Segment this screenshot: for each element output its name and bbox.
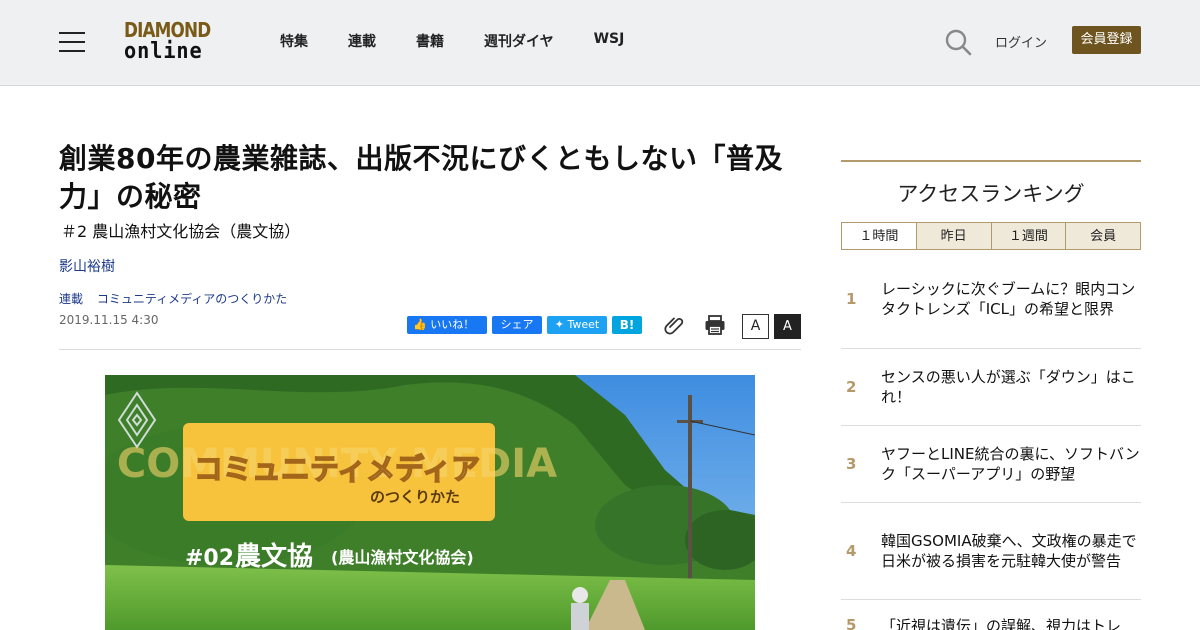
- search-icon[interactable]: [944, 28, 972, 56]
- logo-top: DIAMOND: [124, 18, 211, 42]
- nav-item-wsj[interactable]: WSJ: [594, 31, 625, 51]
- like-label: いいね！: [430, 318, 475, 331]
- rank-number: 2: [846, 378, 857, 396]
- nav-item-weekly[interactable]: 週刊ダイヤ: [484, 31, 554, 51]
- rank-headline: 韓国GSOMIA破棄へ、文政権の暴走で日米が被る損害を元駐韓大使が警告: [881, 532, 1137, 570]
- banner-title: コミュニティメディア: [194, 452, 480, 486]
- tag-series-name[interactable]: コミュニティメディアのつくりかた: [97, 292, 287, 306]
- publish-date: 2019.11.15 4:30: [59, 313, 159, 327]
- article-title: 創業80年の農業雑誌、出版不況にびくともしない「普及力」の秘密: [59, 142, 783, 213]
- hatena-bookmark-button[interactable]: B!: [612, 316, 642, 334]
- tag-series[interactable]: 連載: [59, 292, 83, 306]
- rank-number: 5: [846, 616, 857, 630]
- share-bar: 👍 いいね！ シェア ✦ Tweet B!: [407, 313, 727, 337]
- episode-subtitle: (農山漁村文化協会): [331, 548, 474, 567]
- facebook-share-button[interactable]: シェア: [492, 316, 542, 334]
- tab-members[interactable]: 会員: [1066, 222, 1141, 249]
- nav-item-feature[interactable]: 特集: [280, 31, 308, 51]
- article-tags: 連載 コミュニティメディアのつくりかた: [59, 290, 801, 307]
- font-size-large-button[interactable]: A: [774, 314, 801, 339]
- tab-1hour[interactable]: １時間: [841, 222, 917, 249]
- paperclip-icon[interactable]: [663, 313, 687, 337]
- tab-1week[interactable]: １週間: [991, 222, 1067, 249]
- ranking-title: アクセスランキング: [897, 182, 1085, 206]
- thumbs-up-icon: 👍: [413, 318, 427, 331]
- nav-item-series[interactable]: 連載: [348, 31, 376, 51]
- rank-headline: レーシックに次ぐブームに？眼内コンタクトレンズ「ICL」の希望と限界: [881, 280, 1136, 318]
- tab-yesterday[interactable]: 昨日: [916, 222, 992, 249]
- article-subtitle: ＃2 農山漁村文化協会（農文協）: [61, 222, 301, 241]
- rank-number: 3: [846, 455, 857, 473]
- nav-item-books[interactable]: 書籍: [416, 31, 444, 51]
- list-item[interactable]: 3 ヤフーとLINE統合の裏に、ソフトバンク「スーパーアプリ」の野望: [841, 426, 1141, 503]
- sidebar-rule: [841, 160, 1141, 162]
- article-divider: [59, 349, 801, 350]
- main-nav: 特集 連載 書籍 週刊ダイヤ WSJ: [280, 31, 664, 51]
- rank-headline: センスの悪い人が選ぶ「ダウン」はこれ！: [881, 368, 1136, 406]
- facebook-like-button[interactable]: 👍 いいね！: [407, 316, 487, 334]
- banner-subtitle: のつくりかた: [370, 488, 460, 506]
- list-item[interactable]: 4 韓国GSOMIA破棄へ、文政権の暴走で日米が被る損害を元駐韓大使が警告: [841, 503, 1141, 600]
- font-size-small-button[interactable]: A: [742, 314, 769, 339]
- print-icon[interactable]: [703, 313, 727, 337]
- menu-icon[interactable]: [59, 32, 85, 52]
- site-header: DIAMOND online 特集 連載 書籍 週刊ダイヤ WSJ ログイン 会…: [0, 0, 1200, 86]
- article-header: 創業80年の農業雑誌、出版不況にびくともしない「普及力」の秘密 ＃2 農山漁村文…: [59, 140, 801, 347]
- login-link[interactable]: ログイン: [995, 32, 1047, 51]
- register-button[interactable]: 会員登録: [1072, 26, 1141, 54]
- episode-number: #02: [185, 546, 234, 571]
- list-item[interactable]: 2 センスの悪い人が選ぶ「ダウン」はこれ！: [841, 349, 1141, 426]
- meta-row: 2019.11.15 4:30 👍 いいね！ シェア ✦ Tweet B! A …: [59, 313, 801, 347]
- author-link[interactable]: 影山裕樹: [59, 256, 115, 276]
- rank-headline: ヤフーとLINE統合の裏に、ソフトバンク「スーパーアプリ」の野望: [881, 445, 1140, 483]
- list-item[interactable]: 1 レーシックに次ぐブームに？眼内コンタクトレンズ「ICL」の希望と限界: [841, 250, 1141, 349]
- tweet-label: Tweet: [567, 318, 600, 331]
- ranking-list: 1 レーシックに次ぐブームに？眼内コンタクトレンズ「ICL」の希望と限界 2 セ…: [841, 250, 1141, 630]
- rank-number: 1: [846, 290, 857, 308]
- list-item[interactable]: 5 「近視は遺伝」の誤解、視力はトレ: [841, 600, 1141, 630]
- site-logo[interactable]: DIAMOND online: [124, 20, 228, 66]
- hero-illustration: COMMUNITY MEDIA コミュニティメディア のつくりかた #02 農文…: [105, 375, 755, 630]
- ranking-sidebar: アクセスランキング １時間 昨日 １週間 会員 1 レーシックに次ぐブームに？眼…: [841, 160, 1141, 630]
- rank-headline: 「近視は遺伝」の誤解、視力はトレ: [881, 617, 1122, 630]
- tweet-button[interactable]: ✦ Tweet: [547, 316, 607, 334]
- logo-bottom: online: [124, 39, 203, 64]
- hero-image: COMMUNITY MEDIA コミュニティメディア のつくりかた #02 農文…: [105, 375, 755, 630]
- ranking-tabs: １時間 昨日 １週間 会員: [841, 222, 1141, 250]
- twitter-bird-icon: ✦: [554, 318, 564, 331]
- episode-title: 農文協: [235, 541, 313, 572]
- rank-number: 4: [846, 542, 857, 560]
